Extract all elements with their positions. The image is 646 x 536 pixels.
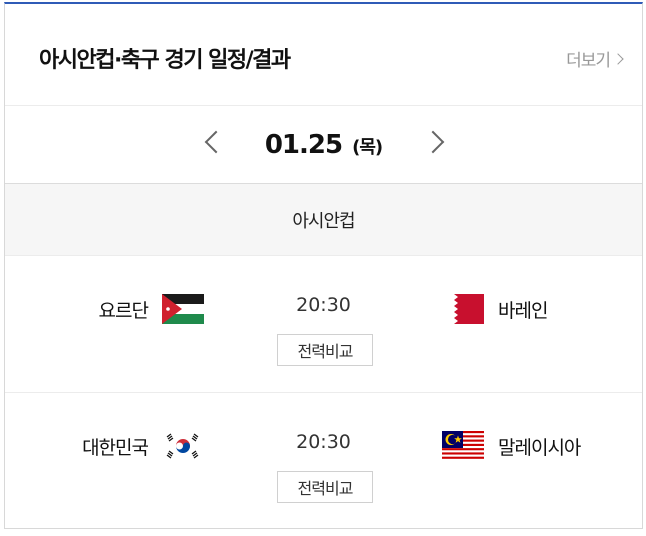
current-date: 01.25 (목) — [5, 130, 642, 160]
away-team-name: 말레이시아 — [498, 436, 581, 459]
compare-button[interactable]: 전력비교 — [277, 471, 373, 503]
schedule-widget: 아시안컵·축구 경기 일정/결과 더보기 01.25 (목) 아시안컵 요르단 — [4, 2, 643, 529]
malaysia-flag-icon — [442, 431, 484, 461]
date-text: 01.25 — [264, 130, 343, 160]
league-name: 아시안컵 — [5, 184, 642, 256]
more-link[interactable]: 더보기 — [566, 46, 624, 71]
away-team-name: 바레인 — [498, 299, 548, 322]
match-row: 요르단 20:30 바레인 전력비교 — [5, 256, 642, 393]
match-row: 대한민국 20:30 말레이시아 전력비교 — [5, 393, 642, 530]
widget-header: 아시안컵·축구 경기 일정/결과 더보기 — [5, 4, 642, 106]
away-team[interactable]: 바레인 — [442, 294, 548, 324]
date-navigator: 01.25 (목) — [5, 106, 642, 184]
widget-title: 아시안컵·축구 경기 일정/결과 — [39, 48, 291, 73]
chevron-right-icon — [612, 52, 624, 65]
more-label: 더보기 — [566, 51, 611, 71]
compare-button[interactable]: 전력비교 — [277, 334, 373, 366]
bahrain-flag-icon — [442, 294, 484, 324]
away-team[interactable]: 말레이시아 — [442, 431, 581, 461]
day-of-week: (목) — [352, 137, 383, 158]
